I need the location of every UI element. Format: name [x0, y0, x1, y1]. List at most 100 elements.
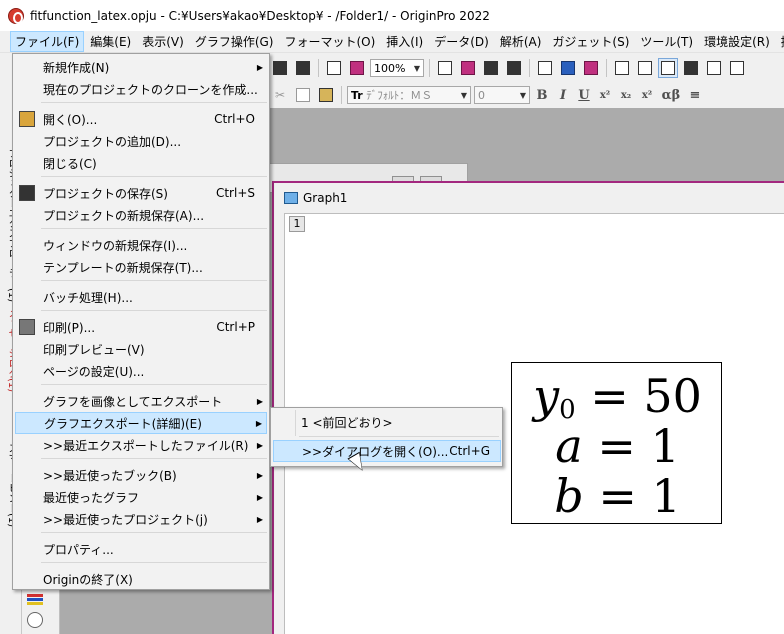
file-menu-item[interactable]: 印刷プレビュー(V) [15, 338, 267, 360]
file-menu-item-label: プロジェクトの保存(S) [43, 186, 168, 201]
file-menu-item[interactable]: 閉じる(C) [15, 152, 267, 174]
paste-icon[interactable] [316, 85, 336, 105]
menu-item[interactable]: ガジェット(S) [547, 31, 634, 52]
file-menu-item[interactable]: バッチ処理(H)... [15, 286, 267, 308]
graph-window-icon [284, 192, 298, 204]
circle-tool-icon[interactable] [27, 612, 43, 628]
file-menu-item[interactable]: 現在のプロジェクトのクローンを作成... [15, 78, 267, 100]
superscript-icon[interactable]: x² [596, 86, 614, 104]
file-menu-item[interactable]: >>最近使ったプロジェクト(j) ▶ [15, 508, 267, 530]
standard-toolbar: 100% ▼ [270, 55, 784, 81]
file-menu-item[interactable]: テンプレートの新規保存(T)... [15, 256, 267, 278]
menu-item[interactable]: ツール(T) [635, 31, 698, 52]
menu-item[interactable]: 解析(A) [495, 31, 547, 52]
submenu-item-label: 1 <前回どおり> [301, 415, 393, 430]
file-menu-item[interactable]: Originの終了(X) [15, 568, 267, 590]
italic-icon[interactable]: I [554, 86, 572, 104]
file-menu-item[interactable]: >>最近使ったブック(B) ▶ [15, 464, 267, 486]
file-menu-item[interactable]: プロパティ... [15, 538, 267, 560]
menu-item[interactable]: フォーマット(O) [279, 31, 380, 52]
file-menu-item[interactable]: ページの設定(U)... [15, 360, 267, 382]
code-builder-icon[interactable] [504, 58, 524, 78]
import-icon[interactable] [324, 58, 344, 78]
menu-bar: ファイル(F) 編集(E) 表示(V) グラフ操作(G) フォーマット(O) 挿入(I) デ… [0, 31, 784, 53]
subscript-icon[interactable]: x₂ [617, 86, 635, 104]
printer-icon [19, 319, 35, 335]
file-menu-item[interactable]: プロジェクトの保存(S) Ctrl+S [15, 182, 267, 204]
zoom-in-icon[interactable] [658, 58, 678, 78]
submenu-arrow-icon: ▶ [256, 470, 263, 480]
file-menu-item-label: ウィンドウの新規保存(I)... [43, 238, 188, 253]
movie-icon[interactable] [481, 58, 501, 78]
color-palette-icon[interactable] [27, 594, 43, 608]
file-menu-item[interactable]: 開く(O)... Ctrl+O [15, 108, 267, 130]
file-menu-item-label: Originの終了(X) [43, 572, 133, 587]
notes-icon[interactable] [535, 58, 555, 78]
menu-item[interactable]: 編集(E) [85, 31, 136, 52]
greek-icon[interactable]: αβ [659, 86, 683, 104]
window-title: fitfunction_latex.opju - C:¥Users¥akao¥D… [30, 8, 490, 23]
matrix-icon[interactable] [581, 58, 601, 78]
zoom-window-icon[interactable] [635, 58, 655, 78]
copy-icon[interactable] [293, 85, 313, 105]
save-template-icon[interactable] [293, 58, 313, 78]
file-menu-item-label: プロジェクトの追加(D)... [43, 134, 182, 149]
save-icon[interactable] [270, 58, 290, 78]
recalculate-icon[interactable] [347, 58, 367, 78]
presentation-icon[interactable] [458, 58, 478, 78]
project-tree-icon[interactable] [612, 58, 632, 78]
file-menu-item[interactable]: 新規作成(N) ▶ [15, 56, 267, 78]
settings-gear-icon[interactable] [727, 58, 747, 78]
layer-indicator[interactable]: 1 [289, 216, 305, 232]
menu-item[interactable]: 挿入(I) [381, 31, 428, 52]
chevron-down-icon: ▼ [460, 90, 467, 100]
origin-app-icon[interactable] [8, 7, 24, 24]
graph-export-submenu: 1 <前回どおり> >>ダイアログを開く(O)... Ctrl+G [270, 407, 503, 467]
submenu-item-previous[interactable]: 1 <前回どおり> [273, 411, 501, 433]
underline-icon[interactable]: U [575, 86, 593, 104]
bold-icon[interactable]: B [533, 86, 551, 104]
file-menu-item-label: プロパティ... [43, 542, 114, 557]
font-combo[interactable]: Tr ﾃﾞﾌｫﾙﾄ：ＭＳ ▼ [347, 86, 471, 104]
file-menu-item-label: グラフエクスポート(詳細)(E) [44, 416, 202, 431]
menu-item[interactable]: 接続 [776, 31, 784, 52]
file-menu-item[interactable]: ウィンドウの新規保存(I)... [15, 234, 267, 256]
print-icon[interactable] [435, 58, 455, 78]
zoom-combo[interactable]: 100% ▼ [370, 59, 424, 77]
toolbar-separator [429, 59, 430, 77]
menu-separator [41, 310, 267, 311]
file-menu-item[interactable]: グラフを画像としてエクスポート ▶ [15, 390, 267, 412]
menu-item[interactable]: ファイル(F) [10, 31, 85, 52]
file-menu-item-label: >>最近使ったプロジェクト(j) [43, 512, 208, 527]
menu-item[interactable]: 環境設定(R) [699, 31, 775, 52]
equation-line-b: b = 1 [554, 469, 681, 523]
file-menu-item[interactable]: プロジェクトの新規保存(A)... [15, 204, 267, 226]
latex-equation-object[interactable]: y0 = 50 a = 1 b = 1 [511, 362, 722, 524]
command-window-icon[interactable] [704, 58, 724, 78]
submenu-arrow-icon: ▶ [256, 492, 263, 502]
layout-icon[interactable] [558, 58, 578, 78]
file-menu-item[interactable]: プロジェクトの追加(D)... [15, 130, 267, 152]
submenu-item-open-dialog[interactable]: >>ダイアログを開く(O)... Ctrl+G [273, 440, 501, 462]
submenu-arrow-icon: ▶ [256, 62, 263, 72]
graph-window-titlebar[interactable]: Graph1 [274, 183, 784, 213]
sup-sub-icon[interactable]: x² [638, 86, 656, 104]
file-menu-item[interactable]: 印刷(P)... Ctrl+P [15, 316, 267, 338]
menu-item[interactable]: データ(D) [429, 31, 494, 52]
equation-line-a: a = 1 [555, 419, 680, 473]
menu-separator [41, 228, 267, 229]
worksheet-icon[interactable] [681, 58, 701, 78]
font-name: ﾃﾞﾌｫﾙﾄ：ＭＳ [366, 89, 433, 102]
menu-item[interactable]: グラフ操作(G) [190, 31, 279, 52]
submenu-item-shortcut: Ctrl+G [449, 444, 490, 458]
font-size-combo[interactable]: 0 ▼ [474, 86, 530, 104]
menu-item[interactable]: 表示(V) [137, 31, 189, 52]
file-menu-item-label: 印刷プレビュー(V) [43, 342, 145, 357]
submenu-arrow-icon: ▶ [256, 396, 263, 406]
file-menu-item-label: 最近使ったグラフ [43, 490, 140, 505]
file-menu-item[interactable]: グラフエクスポート(詳細)(E) ▶ [15, 412, 267, 434]
file-menu-item[interactable]: 最近使ったグラフ ▶ [15, 486, 267, 508]
align-left-icon[interactable]: ≡ [686, 86, 704, 104]
cut-icon[interactable]: ✂ [270, 85, 290, 105]
file-menu-item[interactable]: >>最近エクスポートしたファイル(R) ▶ [15, 434, 267, 456]
